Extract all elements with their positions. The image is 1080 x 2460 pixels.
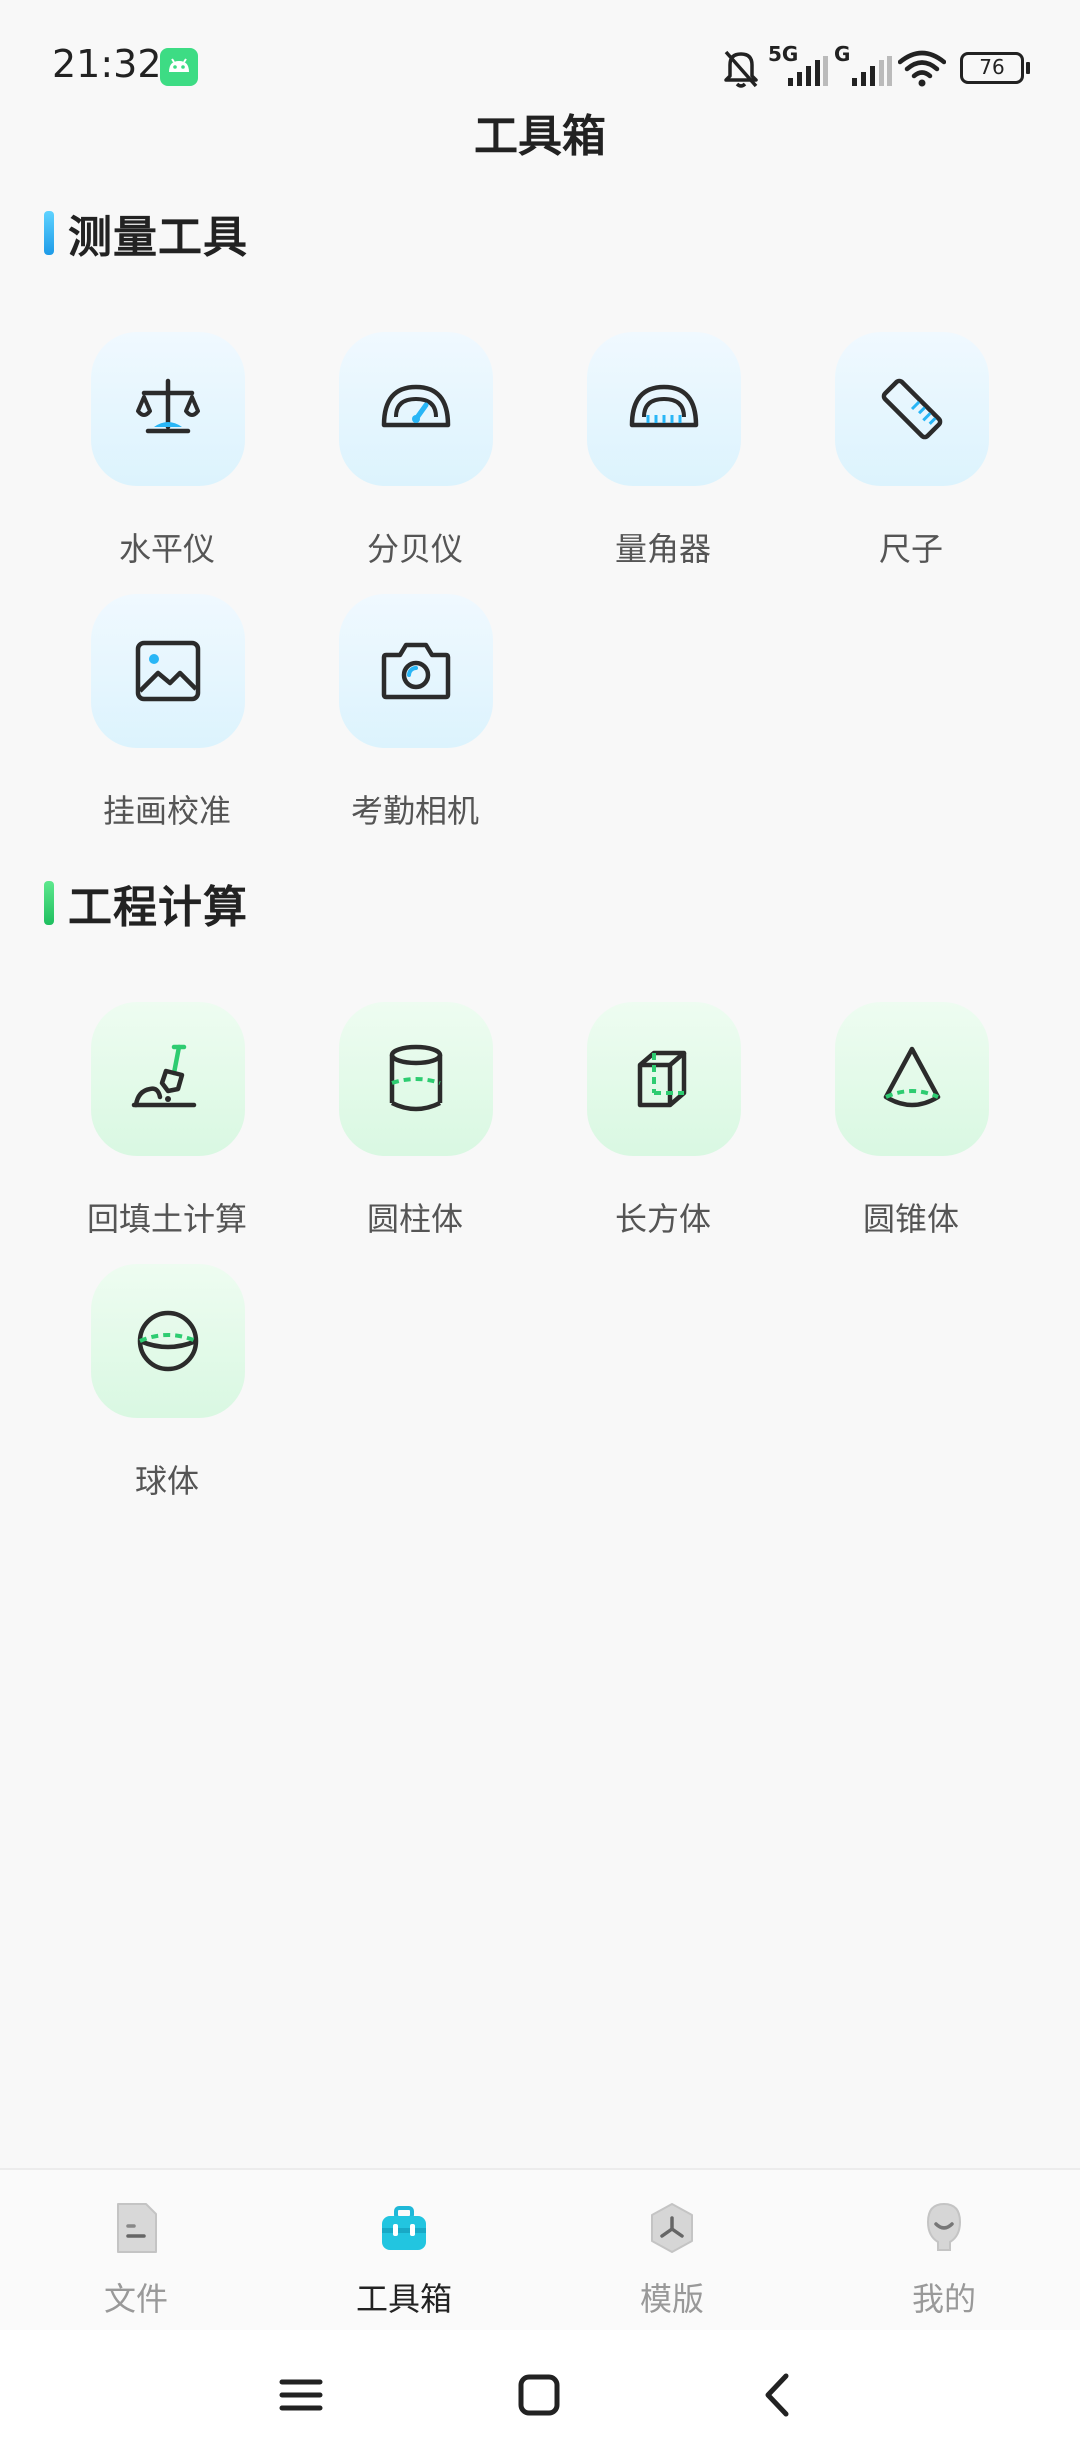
tool-label: 圆锥体 <box>862 1200 959 1238</box>
tool-cone[interactable]: 圆锥体 <box>800 1002 1020 1242</box>
tool-label: 长方体 <box>614 1200 711 1238</box>
tool-icon-tile <box>91 1002 245 1156</box>
tool-label: 球体 <box>134 1462 199 1500</box>
tool-label: 尺子 <box>878 530 943 568</box>
cylinder-icon <box>389 1044 443 1112</box>
tool-label: 水平仪 <box>118 530 215 568</box>
wifi-icon <box>898 50 946 87</box>
battery-level: 76 <box>979 55 1005 79</box>
battery-icon: 76 <box>960 52 1030 84</box>
tool-icon-tile <box>91 594 245 748</box>
picture-frame-icon <box>135 640 201 702</box>
nav-label: 我的 <box>911 2280 976 2318</box>
section-title: 工程计算 <box>68 882 248 933</box>
nav-label: 模版 <box>639 2280 704 2318</box>
section-title: 测量工具 <box>68 212 248 263</box>
tool-icon-tile <box>835 332 989 486</box>
tool-icon-tile <box>835 1002 989 1156</box>
tool-label: 圆柱体 <box>366 1200 463 1238</box>
file-icon <box>117 2203 157 2253</box>
protractor-icon <box>629 384 699 428</box>
tool-label: 回填土计算 <box>86 1200 247 1238</box>
tool-picture-calibration[interactable]: 挂画校准 <box>56 594 276 834</box>
nav-label: 工具箱 <box>355 2280 452 2318</box>
menu-icon[interactable] <box>266 2360 336 2430</box>
nav-item-files[interactable]: 文件 <box>36 2170 236 2332</box>
shovel-icon <box>131 1044 197 1108</box>
section-accent-bar <box>44 881 54 925</box>
tool-cuboid[interactable]: 长方体 <box>552 1002 772 1242</box>
page-title: 工具箱 <box>474 111 606 162</box>
tool-icon-tile <box>339 594 493 748</box>
section-accent-bar <box>44 211 54 255</box>
nav-item-toolbox[interactable]: 工具箱 <box>304 2170 504 2332</box>
signal-1: 5G <box>768 42 828 86</box>
tool-icon-tile <box>339 332 493 486</box>
bell-muted-icon <box>724 50 758 88</box>
tool-icon-tile <box>91 332 245 486</box>
tool-label: 挂画校准 <box>102 792 231 830</box>
network-type-label: G <box>834 42 851 66</box>
tool-sphere[interactable]: 球体 <box>56 1264 276 1504</box>
tool-backfill-calc[interactable]: 回填土计算 <box>56 1002 276 1242</box>
camera-icon <box>381 642 451 700</box>
bottom-nav: 文件 工具箱 模版 我的 <box>0 2168 1080 2330</box>
status-time: 21:32 <box>52 42 162 86</box>
cone-icon <box>883 1046 941 1108</box>
nav-item-templates[interactable]: 模版 <box>572 2170 772 2332</box>
home-icon[interactable] <box>504 2360 574 2430</box>
tool-icon-tile <box>587 332 741 486</box>
nav-label: 文件 <box>103 2280 168 2318</box>
tool-icon-tile <box>339 1002 493 1156</box>
tool-level[interactable]: 水平仪 <box>56 332 276 572</box>
android-app-icon <box>160 48 198 86</box>
level-icon <box>136 378 200 434</box>
tool-attendance-camera[interactable]: 考勤相机 <box>304 594 524 834</box>
tool-icon-tile <box>587 1002 741 1156</box>
tool-cylinder[interactable]: 圆柱体 <box>304 1002 524 1242</box>
tool-icon-tile <box>91 1264 245 1418</box>
toolbox-icon <box>382 2206 426 2250</box>
profile-icon <box>926 2202 962 2251</box>
signal-icon <box>788 56 828 86</box>
ruler-icon <box>881 378 943 440</box>
tool-protractor[interactable]: 量角器 <box>552 332 772 572</box>
tool-ruler[interactable]: 尺子 <box>800 332 1020 572</box>
tool-decibel-meter[interactable]: 分贝仪 <box>304 332 524 572</box>
section-header-engineering: 工程计算 <box>44 878 248 933</box>
tool-label: 分贝仪 <box>366 530 463 568</box>
template-icon <box>651 2203 693 2253</box>
back-icon[interactable] <box>742 2360 812 2430</box>
decibel-meter-icon <box>381 384 451 428</box>
nav-item-profile[interactable]: 我的 <box>844 2170 1044 2332</box>
system-nav-bar <box>0 2330 1080 2460</box>
signal-2: G <box>832 42 892 86</box>
signal-icon <box>852 56 892 86</box>
tool-label: 量角器 <box>614 530 711 568</box>
sphere-icon <box>137 1310 199 1372</box>
cuboid-icon <box>637 1050 687 1108</box>
tool-label: 考勤相机 <box>350 792 479 830</box>
section-header-measure: 测量工具 <box>44 208 248 263</box>
